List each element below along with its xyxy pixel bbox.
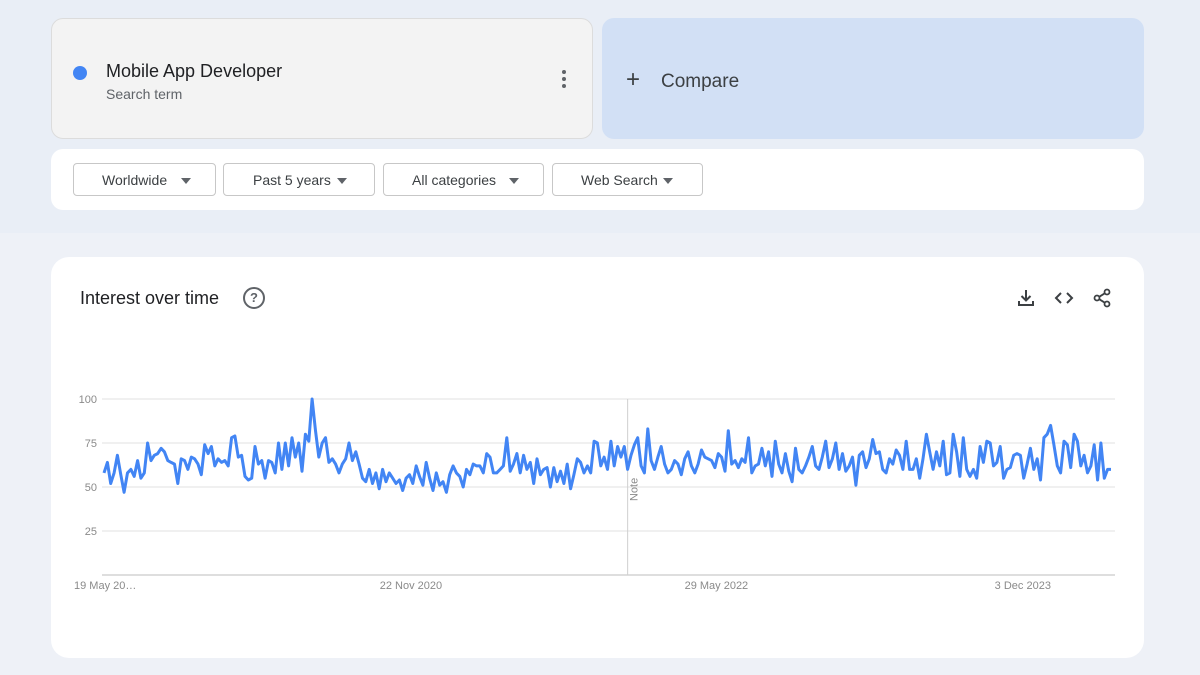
y-tick-label: 100	[79, 394, 97, 406]
x-tick-label: 19 May 20…	[74, 580, 136, 592]
term-color-dot	[73, 66, 87, 80]
annotation-label: Note	[629, 478, 641, 501]
y-tick-label: 75	[85, 438, 97, 450]
chevron-down-icon	[337, 178, 347, 184]
interest-line-chart: 25 50 75 100 Note 19 May 20… 22 Nov 2020 29 May…	[74, 394, 1115, 592]
search-term-card[interactable]: Mobile App Developer Search term	[51, 18, 593, 139]
plus-icon: +	[626, 66, 641, 93]
y-tick-label: 25	[85, 526, 97, 538]
search-term-name: Mobile App Developer	[106, 61, 283, 81]
interest-over-time-card: Interest over time ? 25 50 75 100 Note 19 May…	[51, 257, 1144, 658]
compare-label: Compare	[661, 71, 740, 92]
time-range-filter-dropdown[interactable]: Past 5 years	[223, 163, 375, 196]
region-filter-dropdown[interactable]: Worldwide	[73, 163, 216, 196]
chevron-down-icon	[181, 178, 191, 184]
x-tick-label: 3 Dec 2023	[995, 580, 1051, 592]
y-tick-label: 50	[85, 482, 97, 494]
region-filter-label: Worldwide	[102, 172, 168, 188]
category-filter-dropdown[interactable]: All categories	[383, 163, 544, 196]
more-options-icon[interactable]	[556, 69, 572, 91]
search-type-filter-dropdown[interactable]: Web Search	[552, 163, 703, 196]
x-tick-label: 22 Nov 2020	[380, 580, 442, 592]
chevron-down-icon	[663, 178, 673, 184]
time-range-filter-label: Past 5 years	[253, 172, 331, 188]
filter-bar: Worldwide Past 5 years All categories We…	[51, 149, 1144, 210]
compare-button[interactable]: + Compare	[602, 18, 1144, 139]
x-tick-label: 29 May 2022	[685, 580, 749, 592]
category-filter-label: All categories	[412, 172, 497, 188]
chevron-down-icon	[509, 178, 519, 184]
series-line	[102, 397, 1111, 494]
search-term-subtitle: Search term	[106, 86, 183, 102]
search-type-filter-label: Web Search	[581, 172, 658, 188]
